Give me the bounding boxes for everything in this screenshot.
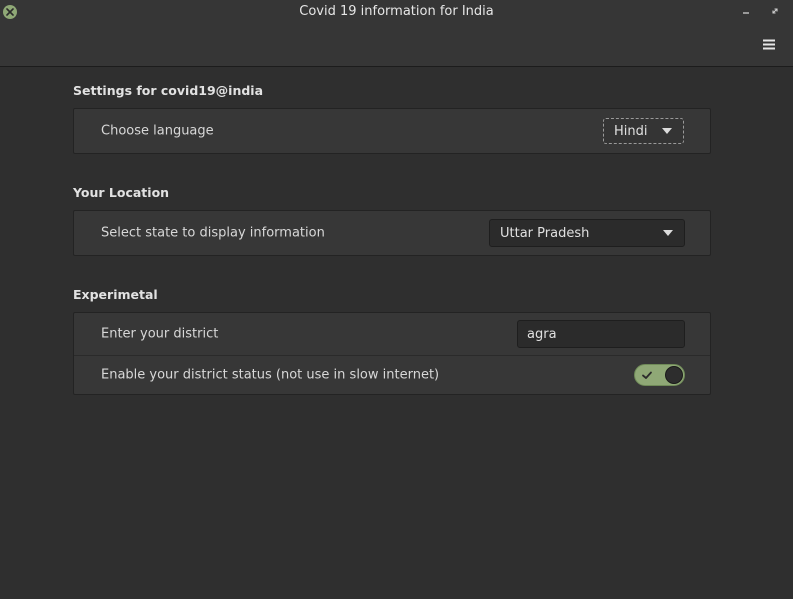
section-title-settings: Settings for covid19@india	[73, 83, 264, 98]
language-label: Choose language	[101, 123, 214, 139]
state-label: Select state to display information	[101, 225, 325, 241]
district-label: Enter your district	[101, 326, 219, 342]
section-title-location: Your Location	[73, 185, 170, 200]
district-status-toggle[interactable]	[634, 364, 685, 386]
chevron-down-icon	[661, 127, 673, 135]
state-dropdown[interactable]: Uttar Pradesh	[489, 219, 685, 247]
window-title: Covid 19 information for India	[299, 4, 494, 19]
experimental-group: Enter your district Enable your district…	[73, 312, 711, 395]
section-title-experimental: Experimetal	[73, 287, 158, 302]
toggle-knob	[665, 366, 683, 384]
settings-window: Covid 19 information for India Settings …	[0, 0, 793, 599]
language-row: Choose language Hindi	[74, 109, 710, 153]
location-group: Select state to display information Utta…	[73, 210, 711, 256]
checkmark-icon	[642, 371, 652, 379]
hamburger-menu-icon[interactable]	[761, 36, 777, 52]
language-value: Hindi	[614, 123, 648, 139]
maximize-icon[interactable]	[768, 4, 782, 18]
settings-group: Choose language Hindi	[73, 108, 711, 154]
district-row: Enter your district	[74, 313, 710, 355]
state-row: Select state to display information Utta…	[74, 211, 710, 255]
district-status-row: Enable your district status (not use in …	[74, 355, 710, 394]
language-dropdown[interactable]: Hindi	[603, 118, 684, 144]
district-input[interactable]	[517, 320, 685, 348]
title-bar: Covid 19 information for India	[0, 0, 793, 67]
chevron-down-icon	[662, 229, 674, 237]
district-status-label: Enable your district status (not use in …	[101, 367, 440, 383]
minimize-icon[interactable]	[739, 4, 753, 18]
state-value: Uttar Pradesh	[500, 225, 590, 241]
